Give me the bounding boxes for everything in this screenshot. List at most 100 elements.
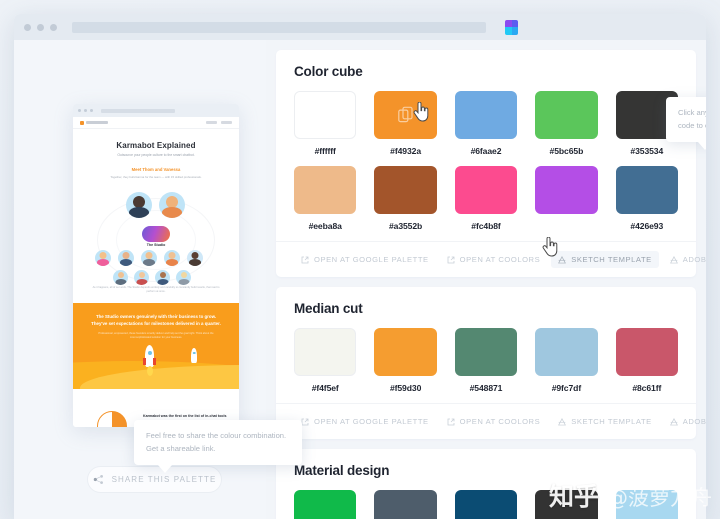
download-triangle-icon — [669, 417, 678, 425]
palette-title: Median cut — [294, 301, 363, 316]
swatch-cell[interactable]: #ffffff — [294, 91, 357, 156]
swatch-cell[interactable]: #548871 — [454, 328, 518, 393]
palette-title: Color cube — [294, 64, 363, 79]
swatch-hex-label: #f4932a — [390, 146, 422, 156]
color-swatch[interactable] — [615, 328, 678, 376]
color-swatch[interactable] — [294, 91, 357, 139]
swatch-cell[interactable] — [454, 490, 518, 519]
swatch-cell[interactable]: #8c61ff — [615, 328, 678, 393]
swatch-cell[interactable]: #f4932a — [374, 91, 437, 156]
color-swatch[interactable] — [454, 91, 518, 139]
rocket-flame-icon — [146, 365, 153, 376]
swatch-cell[interactable] — [535, 490, 598, 519]
color-swatch[interactable] — [294, 328, 357, 376]
color-swatch[interactable] — [294, 166, 357, 214]
preview-navbar — [73, 117, 239, 129]
color-swatch[interactable] — [374, 328, 437, 376]
avatar — [155, 269, 170, 285]
external-link-icon — [447, 418, 455, 425]
address-bar[interactable] — [72, 21, 486, 33]
action-label: SKETCH TEMPLATE — [571, 255, 652, 264]
action-open-google-palette[interactable]: OPEN AT GOOGLE PALETTE — [294, 413, 436, 430]
action-open-coolors[interactable]: OPEN AT COOLORS — [440, 413, 548, 430]
swatch-cell[interactable] — [615, 490, 678, 519]
color-swatch[interactable] — [535, 490, 598, 519]
action-sketch-template[interactable]: SKETCH TEMPLATE — [551, 413, 659, 430]
color-swatch[interactable] — [535, 91, 598, 139]
browser-titlebar — [14, 14, 706, 40]
rocket-icon — [143, 344, 156, 367]
preview-browser-bar — [73, 104, 239, 117]
swatch-cell[interactable]: #5bc65b — [535, 91, 598, 156]
swatch-cell[interactable] — [374, 490, 437, 519]
maximize-dot[interactable] — [50, 23, 57, 31]
action-open-google-palette[interactable]: OPEN AT GOOGLE PALETTE — [294, 251, 436, 268]
color-swatch[interactable] — [615, 166, 678, 214]
swatch-hex-label: #fc4b8f — [471, 221, 501, 231]
avatar — [187, 249, 203, 266]
preview-nav-link — [221, 121, 232, 124]
color-swatch[interactable] — [535, 166, 598, 214]
preview-bottom-paragraph: As it happens, all of our work. The Stud… — [92, 285, 220, 294]
preview-dot — [78, 109, 81, 112]
download-triangle-icon — [558, 255, 567, 263]
tooltip-copy-hint: Click any colour to copy its code to cli… — [666, 97, 706, 150]
color-swatch[interactable] — [294, 490, 357, 519]
share-this-palette-button[interactable]: SHARE THIS PALETTE — [87, 466, 222, 493]
screen-root: Karmabot Explained Outsource your people… — [0, 0, 720, 519]
action-label: OPEN AT GOOGLE PALETTE — [314, 417, 429, 426]
palette-list-pane[interactable]: Color cube #ffffff #f4932a #6faae2 #5bc6… — [266, 40, 706, 519]
external-link-icon — [301, 256, 309, 263]
avatar — [118, 249, 134, 266]
color-swatch[interactable] — [535, 328, 598, 376]
preview-nav-link — [206, 121, 217, 124]
site-preview-mockup[interactable]: Karmabot Explained Outsource your people… — [73, 104, 239, 427]
action-sketch-template[interactable]: SKETCH TEMPLATE — [551, 251, 659, 268]
color-swatch[interactable] — [454, 328, 518, 376]
swatch-hex-label: #a3552b — [388, 221, 423, 231]
swatch-cell[interactable]: #f59d30 — [374, 328, 437, 393]
preview-feature-heading: Karmabot was the first on the list of in… — [143, 413, 227, 418]
swatch-cell[interactable]: #a3552b — [374, 166, 437, 231]
preview-hero-orange-section: The Studio owners genuinely with their b… — [73, 302, 239, 389]
external-link-icon — [301, 418, 309, 425]
swatch-cell[interactable] — [294, 490, 357, 519]
action-open-coolors[interactable]: OPEN AT COOLORS — [440, 251, 548, 268]
color-swatch[interactable] — [454, 490, 518, 519]
preview-logo-mark-icon — [80, 120, 84, 125]
close-dot[interactable] — [24, 23, 31, 31]
color-swatch[interactable] — [615, 490, 678, 519]
color-grid-icon[interactable] — [505, 19, 518, 35]
swatch-cell[interactable]: #eeba8a — [294, 166, 357, 231]
swatch-row: #ffffff #f4932a #6faae2 #5bc65b #353534 — [294, 91, 678, 156]
swatch-cell[interactable]: #6faae2 — [454, 91, 518, 156]
swatch-cell[interactable]: #426e93 — [615, 166, 678, 231]
swatch-hex-label: #f4f5ef — [311, 383, 339, 393]
swatch-hex-label: #ffffff — [314, 146, 336, 156]
window-body: Karmabot Explained Outsource your people… — [14, 40, 706, 519]
color-swatch[interactable] — [374, 166, 437, 214]
swatch-cell[interactable] — [535, 166, 598, 231]
preview-section-heading: Meet Thom and Vanessa — [131, 167, 181, 173]
preview-logo — [80, 120, 108, 125]
swatch-cell[interactable]: #9fc7df — [535, 328, 598, 393]
avatar — [134, 269, 149, 285]
action-label: ADOBE SWATCH — [682, 417, 706, 426]
window-controls[interactable] — [24, 23, 57, 31]
avatar — [176, 269, 191, 285]
swatch-cell[interactable]: #fc4b8f — [454, 166, 518, 231]
external-link-icon — [447, 256, 455, 263]
color-swatch[interactable] — [374, 91, 437, 139]
yin-yang-icon — [97, 410, 127, 427]
color-swatch[interactable] — [454, 166, 518, 214]
preview-nav-links — [206, 121, 232, 124]
action-adobe-swatch[interactable]: ADOBE SWATCH — [663, 251, 706, 268]
minimize-dot[interactable] — [37, 23, 44, 31]
action-adobe-swatch[interactable]: ADOBE SWATCH — [663, 413, 706, 430]
swatch-cell[interactable]: #f4f5ef — [294, 328, 357, 393]
palette-card-median-cut: Median cut #f4f5ef #f59d30 #548871 #9fc7… — [276, 287, 706, 439]
color-swatch[interactable] — [374, 490, 437, 519]
share-button-label: SHARE THIS PALETTE — [111, 475, 217, 484]
swatch-hex-label: #f59d30 — [389, 383, 422, 393]
palette-card-material-design: Material design — [276, 449, 696, 519]
